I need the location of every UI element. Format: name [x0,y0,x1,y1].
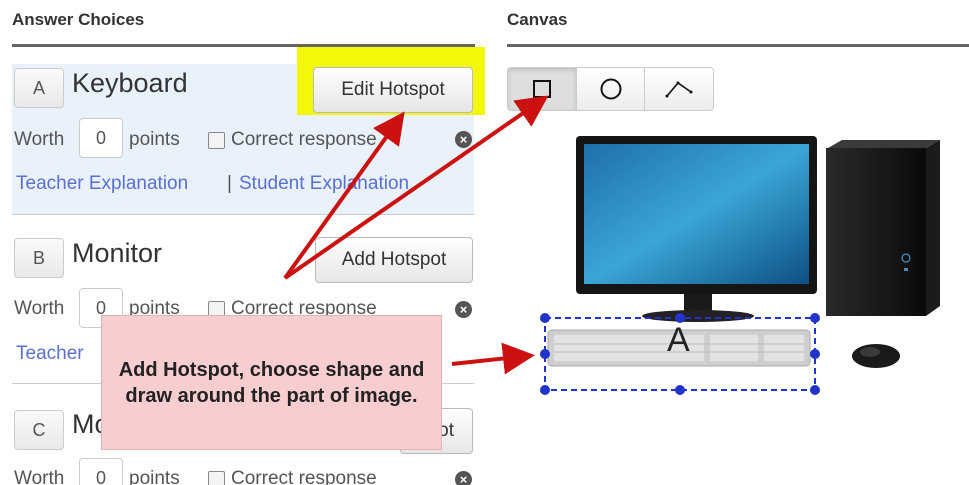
arrow-to-hotspot [451,342,535,375]
arrow-to-rectangle-tool [283,95,549,280]
arrow-to-edit-hotspot [283,111,405,280]
annotation-arrows [283,95,549,375]
